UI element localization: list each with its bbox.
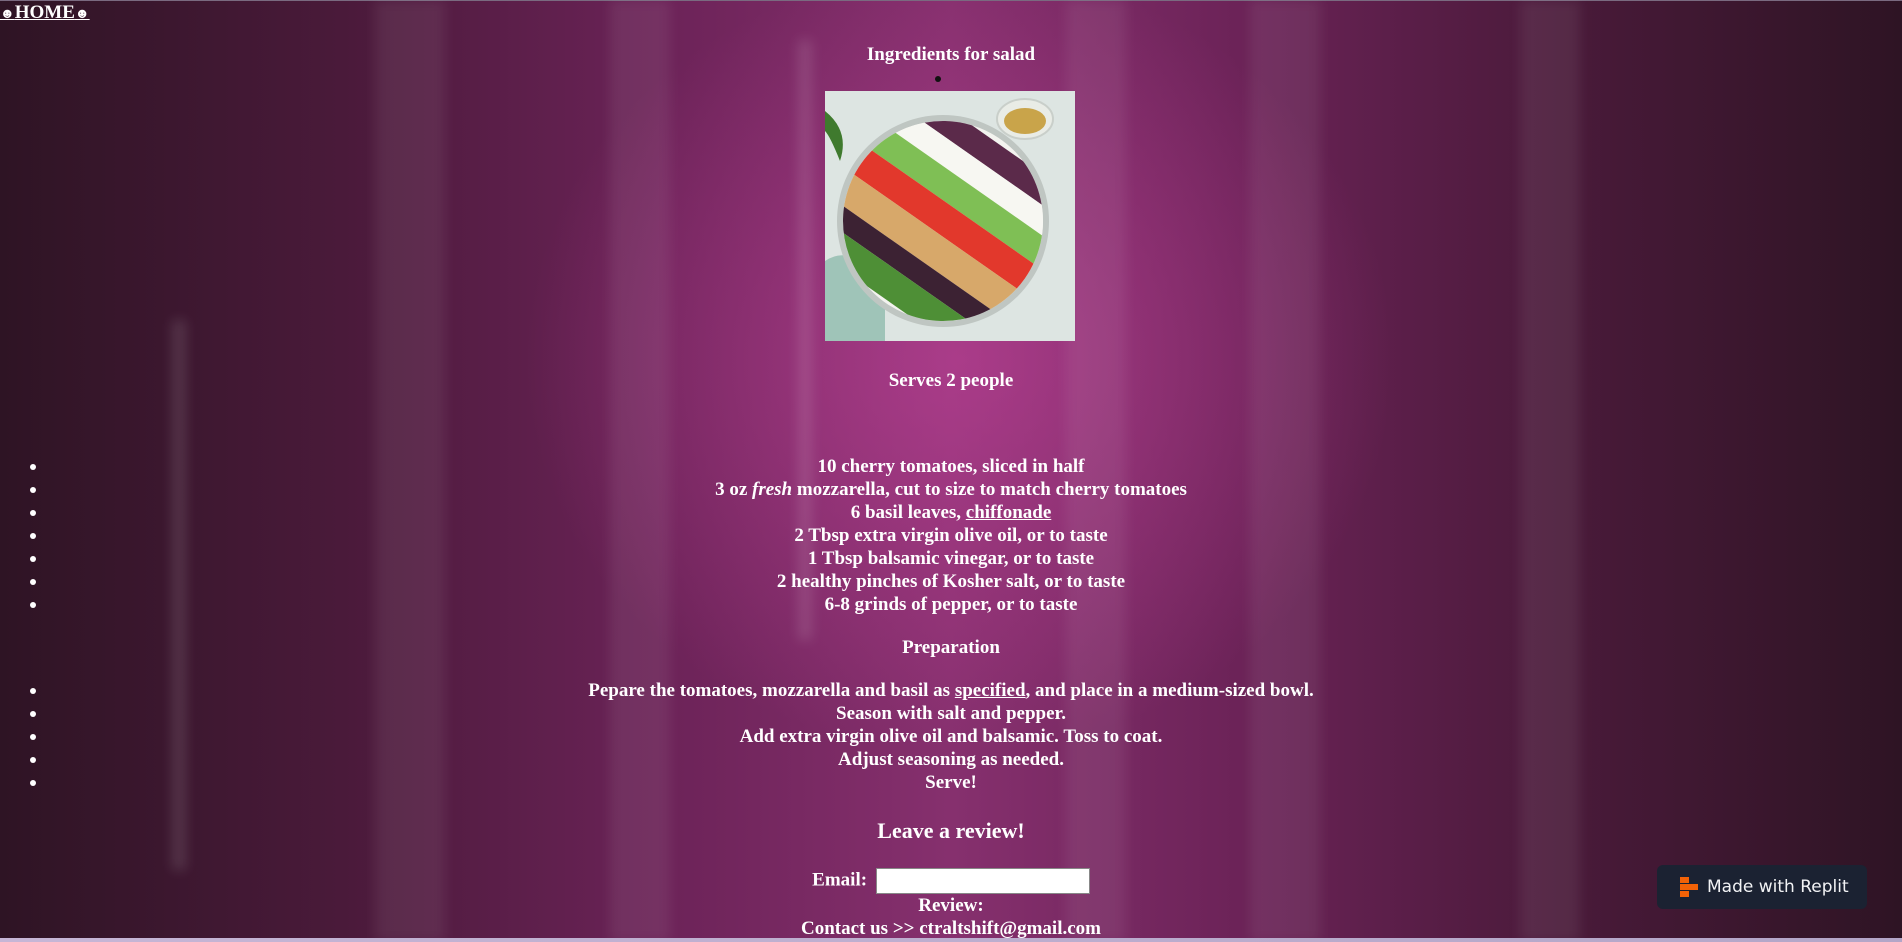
step-text: , and place in a medium-sized bowl. [1025, 680, 1314, 701]
list-item: Adjust seasoning as needed. [0, 748, 1902, 771]
ingredient-text: 3 oz [715, 479, 752, 500]
list-item: Pepare the tomatoes, mozzarella and basi… [0, 679, 1902, 702]
serves-text: Serves 2 people [888, 370, 1014, 391]
bullet-dot [30, 688, 36, 694]
smiley-icon: ☻ [0, 7, 15, 22]
home-link[interactable]: ☻HOME☻ [0, 2, 90, 24]
replit-logo-icon [1680, 877, 1698, 897]
badge-label: Made with Replit [1707, 877, 1849, 897]
list-item: 6 basil leaves, chiffonade [0, 501, 1902, 524]
ingredient-text: 6-8 grinds of pepper, or to taste [824, 594, 1078, 615]
email-label: Email: [812, 869, 868, 891]
bullet-dot [30, 602, 36, 608]
step-text: Add extra virgin olive oil and balsamic.… [739, 726, 1163, 747]
bullet-dot [30, 533, 36, 539]
step-text: Serve! [925, 772, 977, 793]
salad-image [825, 91, 1075, 341]
bullet-dot [30, 556, 36, 562]
contact-text: Contact us >> ctraltshift@gmail.com [800, 918, 1101, 939]
list-item: 2 Tbsp extra virgin olive oil, or to tas… [0, 524, 1902, 547]
bullet-dot [935, 76, 941, 82]
email-row: Email: [0, 868, 1902, 894]
list-item: 10 cherry tomatoes, sliced in half [0, 455, 1902, 478]
step-text: Adjust seasoning as needed. [838, 749, 1064, 770]
top-border [0, 0, 1902, 1]
bullet-dot [30, 487, 36, 493]
bullet-dot [30, 780, 36, 786]
smiley-icon: ☻ [74, 7, 90, 22]
chiffonade-link[interactable]: chiffonade [966, 502, 1052, 523]
step-text: Pepare the tomatoes, mozzarella and basi… [588, 680, 955, 701]
ingredient-text: 6 basil leaves, [850, 502, 966, 523]
preparation-heading: Preparation [902, 637, 1000, 658]
bullet-dot [30, 579, 36, 585]
bullet-dot [30, 757, 36, 763]
ingredient-text: 2 Tbsp extra virgin olive oil, or to tas… [794, 525, 1108, 546]
specified-link[interactable]: specified [955, 680, 1026, 701]
step-text: Season with salt and pepper. [836, 703, 1066, 724]
bullet-dot [30, 711, 36, 717]
review-label: Review: [918, 895, 984, 916]
ingredient-text: 1 Tbsp balsamic vinegar, or to taste [807, 548, 1095, 569]
bottom-border [0, 938, 1902, 942]
preparation-list: Pepare the tomatoes, mozzarella and basi… [0, 679, 1902, 794]
list-item: 6-8 grinds of pepper, or to taste [0, 593, 1902, 616]
bullet-dot [30, 510, 36, 516]
bullet-dot [30, 734, 36, 740]
list-item: 2 healthy pinches of Kosher salt, or to … [0, 570, 1902, 593]
salad-illustration [825, 91, 1075, 341]
list-item: Serve! [0, 771, 1902, 794]
list-item: Add extra virgin olive oil and balsamic.… [0, 725, 1902, 748]
ingredients-list: 10 cherry tomatoes, sliced in half 3 oz … [0, 455, 1902, 616]
recipe-title: Ingredients for salad [866, 44, 1036, 65]
home-link-label: HOME [14, 2, 75, 23]
ingredient-text: 2 healthy pinches of Kosher salt, or to … [776, 571, 1126, 592]
ingredient-text: 10 cherry tomatoes, sliced in half [817, 456, 1085, 477]
list-item: 1 Tbsp balsamic vinegar, or to taste [0, 547, 1902, 570]
review-heading: Leave a review! [877, 818, 1025, 843]
ingredient-text: mozzarella, cut to size to match cherry … [792, 479, 1187, 500]
list-item: 3 oz fresh mozzarella, cut to size to ma… [0, 478, 1902, 501]
email-field[interactable] [875, 868, 1090, 894]
bullet-dot [30, 464, 36, 470]
list-item: Season with salt and pepper. [0, 702, 1902, 725]
made-with-replit-badge[interactable]: Made with Replit [1657, 865, 1867, 909]
ingredient-emphasis: fresh [752, 479, 793, 500]
